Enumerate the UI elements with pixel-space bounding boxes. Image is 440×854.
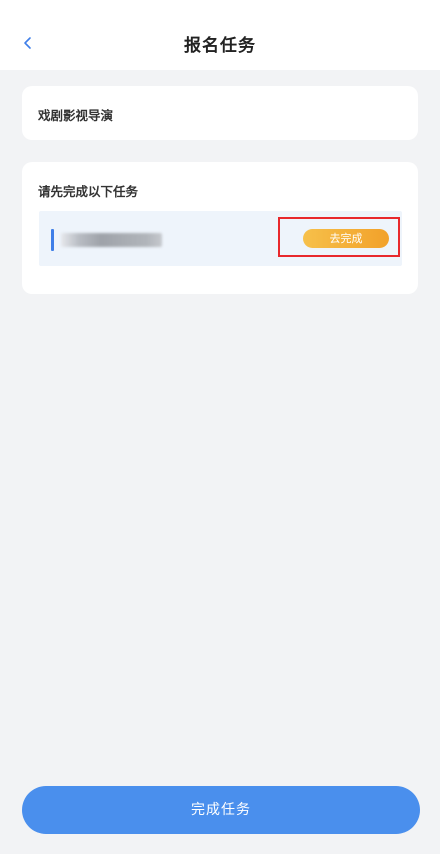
activity-name: 戏剧影视导演 [38, 108, 114, 123]
complete-task-button[interactable]: 完成任务 [22, 786, 420, 834]
tasks-heading: 请先完成以下任务 [38, 184, 139, 199]
activity-card: 戏剧影视导演 [22, 86, 418, 140]
task-accent-bar [51, 229, 54, 251]
task-name-blurred [61, 233, 162, 247]
page-title: 报名任务 [184, 36, 256, 56]
page: 报名任务 戏剧影视导演 请先完成以下任务 去完成 完成任务 [0, 0, 440, 854]
go-complete-button[interactable]: 去完成 [303, 229, 389, 248]
navigation-bar: 报名任务 [0, 0, 440, 70]
